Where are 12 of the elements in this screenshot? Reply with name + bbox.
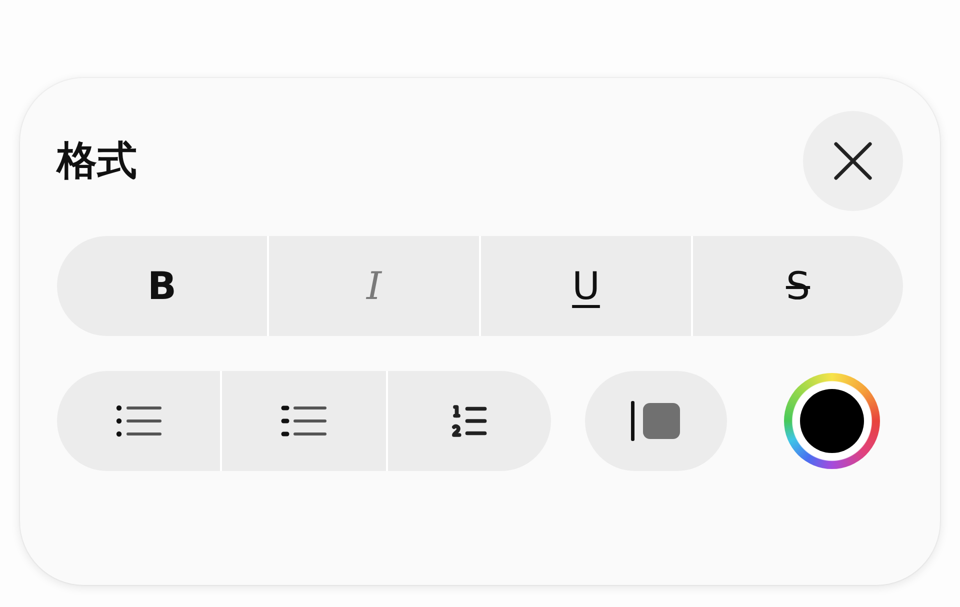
italic-button[interactable]: I bbox=[267, 236, 479, 336]
bullet-list-icon bbox=[116, 404, 162, 438]
dash-list-icon bbox=[280, 404, 327, 438]
underline-button[interactable]: U bbox=[479, 236, 691, 336]
close-icon bbox=[834, 142, 872, 180]
numbered-list-button[interactable] bbox=[386, 371, 551, 471]
indent-icon bbox=[631, 401, 681, 441]
strikethrough-button[interactable]: S bbox=[691, 236, 903, 336]
panel-title: 格式 bbox=[57, 137, 137, 185]
bold-button[interactable]: B bbox=[57, 236, 267, 336]
dash-list-button[interactable] bbox=[220, 371, 386, 471]
bullet-list-button[interactable] bbox=[57, 371, 220, 471]
